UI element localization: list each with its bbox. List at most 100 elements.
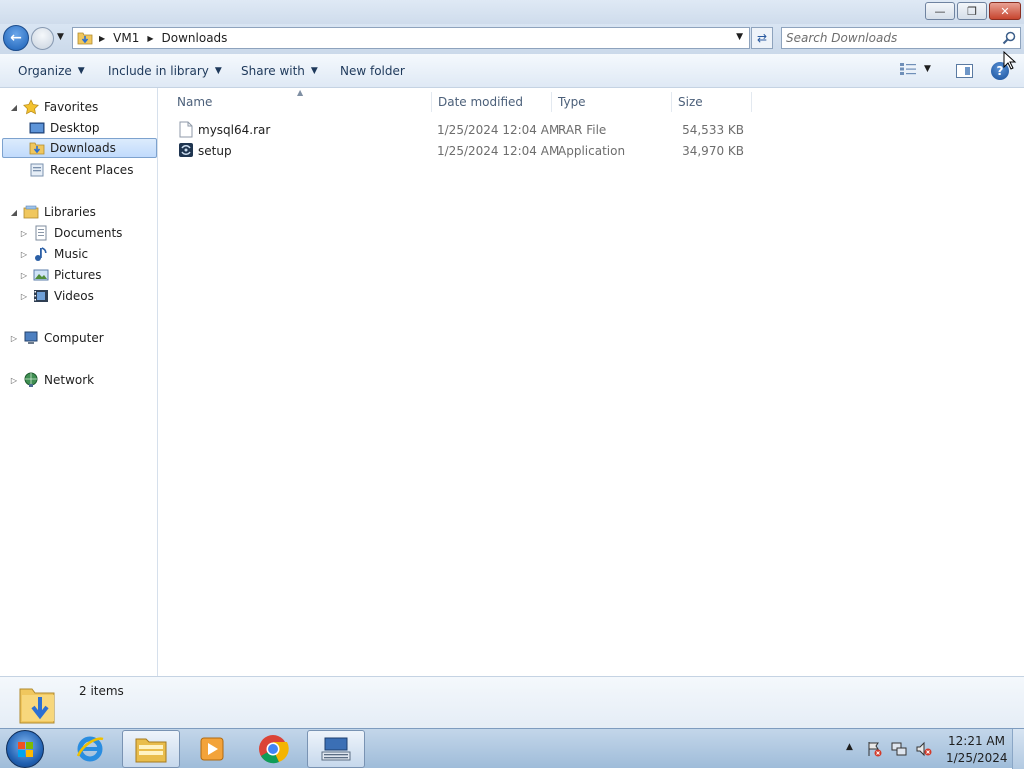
breadcrumb-downloads[interactable]: Downloads [162,31,228,45]
collapsed-arrow-icon[interactable]: ▷ [10,376,18,385]
start-button[interactable] [6,730,44,768]
tree-network[interactable]: ▷ Network [10,370,94,390]
tree-label: Music [54,247,89,261]
navigation-bar: ← ▼ ▶ VM1 ▶ Downloads ▼ ⇄ [0,24,1024,54]
show-desktop-button[interactable] [1012,729,1024,769]
tree-label: Recent Places [50,163,134,177]
sort-ascending-icon: ▲ [297,88,304,97]
minimize-icon: — [934,4,946,18]
search-box[interactable] [781,27,1021,49]
breadcrumb-separator-icon[interactable]: ▶ [147,34,153,43]
collapsed-arrow-icon[interactable]: ▷ [20,271,28,280]
collapsed-arrow-icon[interactable]: ▷ [10,334,18,343]
clock-time[interactable]: 12:21 AM [948,734,1005,748]
music-icon [35,247,47,261]
title-bar: — ❐ ✕ [0,0,1024,24]
taskbar-internet-explorer[interactable] [61,730,119,768]
tree-item-recent-places[interactable]: Recent Places [29,160,133,180]
recent-places-icon [30,163,44,177]
clock-date[interactable]: 1/25/2024 [946,751,1008,765]
tree-item-desktop[interactable]: Desktop [29,118,100,138]
tree-label: Desktop [50,121,100,135]
include-in-library-button[interactable]: Include in library ▼ [108,64,222,78]
column-header-type[interactable]: Type [552,92,672,112]
tree-libraries[interactable]: ◢ Libraries [10,202,96,222]
chevron-down-icon[interactable]: ▼ [924,64,931,74]
address-bar[interactable]: ▶ VM1 ▶ Downloads ▼ [72,27,750,49]
tree-label: Documents [54,226,123,240]
new-folder-label: New folder [340,64,405,78]
details-view-icon [900,63,916,75]
tree-favorites[interactable]: ◢ Favorites [10,97,98,117]
recent-pages-dropdown[interactable]: ▼ [57,32,64,42]
command-bar: Organize ▼ Include in library ▼ Share with… [0,54,1024,88]
tree-item-documents[interactable]: ▷ Documents [20,223,122,243]
table-row[interactable]: mysql64.rar 1/25/2024 12:04 AM RAR File … [173,120,763,140]
show-hidden-icons-icon[interactable]: ▲ [846,742,853,752]
documents-icon [35,225,47,241]
file-size: 54,533 KB [682,123,744,137]
speaker-muted-icon[interactable] [916,741,932,757]
file-name: setup [198,144,232,158]
tree-computer[interactable]: ▷ Computer [10,328,104,348]
file-date: 1/25/2024 12:04 AM [437,144,560,158]
search-icon[interactable] [1002,31,1016,45]
tree-item-downloads[interactable]: Downloads [2,138,157,158]
keyboard-icon [321,737,351,761]
preview-pane-button[interactable] [956,64,973,78]
forward-button[interactable] [31,27,54,50]
internet-explorer-icon [76,736,104,762]
downloads-folder-icon [29,142,45,155]
minimize-button[interactable]: — [925,2,955,20]
close-button[interactable]: ✕ [989,2,1021,20]
taskbar: ▲ 12:21 AM 1/25/2024 [0,728,1024,769]
action-center-flag-icon[interactable] [866,741,882,757]
downloads-folder-icon [19,688,55,724]
column-label: Type [558,95,586,109]
restore-icon: ❐ [967,4,977,18]
tree-label: Computer [44,331,104,345]
address-dropdown-icon[interactable]: ▼ [736,32,743,42]
organize-button[interactable]: Organize ▼ [18,64,85,78]
breadcrumb-vm1[interactable]: VM1 [113,31,139,45]
installer-icon [179,143,193,157]
taskbar-keyboard-app[interactable] [307,730,365,768]
chevron-down-icon: ▼ [77,66,85,76]
expanded-arrow-icon[interactable]: ◢ [10,103,18,112]
taskbar-chrome[interactable] [244,730,302,768]
new-folder-button[interactable]: New folder [340,64,405,78]
tree-item-pictures[interactable]: ▷ Pictures [20,265,102,285]
refresh-icon: ⇄ [756,31,768,45]
change-view-button[interactable]: ▼ [900,63,931,75]
search-input[interactable] [786,30,996,46]
expanded-arrow-icon[interactable]: ◢ [10,208,18,217]
network-status-icon[interactable] [891,741,907,757]
table-row[interactable]: setup 1/25/2024 12:04 AM Application 34,… [173,141,763,161]
item-count: 2 items [79,684,124,698]
close-icon: ✕ [1000,4,1010,18]
taskbar-file-explorer[interactable] [122,730,180,768]
tree-item-music[interactable]: ▷ Music [20,244,88,264]
restore-button[interactable]: ❐ [957,2,987,20]
file-icon [179,121,193,138]
back-button[interactable]: ← [3,25,29,51]
file-type: Application [558,144,626,158]
tree-item-videos[interactable]: ▷ Videos [20,286,94,306]
collapsed-arrow-icon[interactable]: ▷ [20,229,28,238]
collapsed-arrow-icon[interactable]: ▷ [20,250,28,259]
chevron-down-icon: ▼ [214,66,222,76]
column-header-date-modified[interactable]: Date modified [432,92,552,112]
star-icon [23,99,39,115]
taskbar-media-player[interactable] [183,730,241,768]
breadcrumb-separator-icon: ▶ [99,33,106,43]
tree-label: Favorites [44,100,99,114]
refresh-button[interactable]: ⇄ [751,27,773,49]
column-header-size[interactable]: Size [672,92,752,112]
share-with-button[interactable]: Share with ▼ [241,64,318,78]
downloads-folder-icon [77,32,93,45]
desktop-icon [29,122,45,134]
details-pane: 2 items [0,676,1024,728]
collapsed-arrow-icon[interactable]: ▷ [20,292,28,301]
network-icon [24,372,38,387]
file-size: 34,970 KB [682,144,744,158]
